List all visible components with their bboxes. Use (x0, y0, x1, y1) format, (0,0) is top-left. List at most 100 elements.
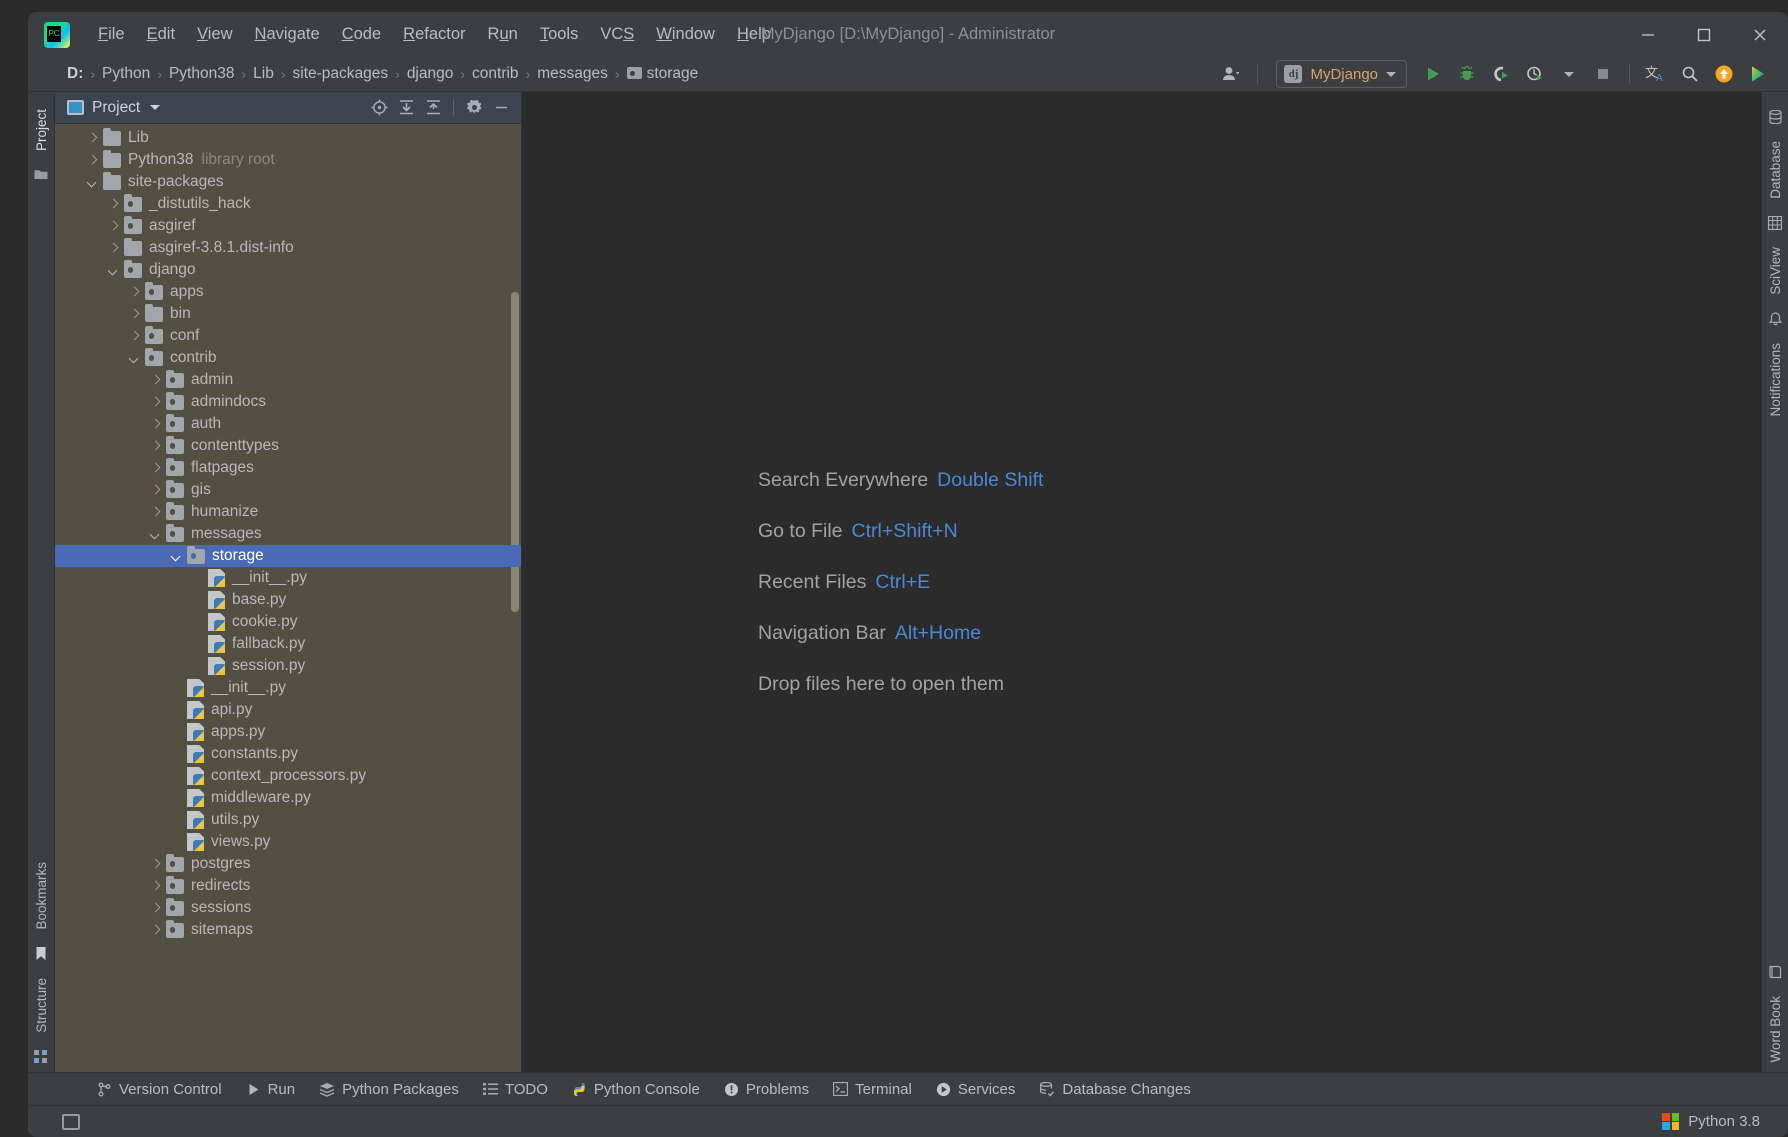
tree-node-sitemaps[interactable]: sitemaps (55, 919, 521, 941)
menu-vcs[interactable]: VCS (590, 21, 644, 48)
project-tree[interactable]: Lib Python38 library root site-packages _dis… (55, 124, 521, 1072)
settings-gear-icon[interactable] (462, 96, 486, 120)
layout-icon[interactable] (62, 1113, 80, 1130)
update-icon[interactable] (1708, 60, 1740, 88)
tree-node-views-py[interactable]: views.py (55, 831, 521, 853)
tree-node-api-py[interactable]: api.py (55, 699, 521, 721)
tree-node-messages[interactable]: messages (55, 523, 521, 545)
run-with-coverage-icon[interactable] (1485, 60, 1517, 88)
tool-window-button-run[interactable]: Run (237, 1078, 305, 1101)
stripe-tab-sciview[interactable]: SciView (1764, 238, 1787, 304)
chevron-right-icon[interactable] (149, 858, 162, 871)
menu-navigate[interactable]: Navigate (245, 21, 330, 48)
tree-node-fallback-py[interactable]: fallback.py (55, 633, 521, 655)
user-avatar-icon[interactable] (1215, 60, 1247, 88)
tree-node-django[interactable]: django (55, 259, 521, 281)
bookmark-icon[interactable] (35, 946, 47, 961)
tool-window-button-services[interactable]: Services (927, 1078, 1025, 1101)
breadcrumb-item-drive[interactable]: D: (62, 63, 88, 85)
menu-run[interactable]: Run (478, 21, 528, 48)
chevron-right-icon[interactable] (107, 198, 120, 211)
breadcrumb-item-django[interactable]: django (402, 63, 459, 85)
collapse-all-icon[interactable] (421, 96, 445, 120)
tree-node-auth[interactable]: auth (55, 413, 521, 435)
chevron-down-icon[interactable] (107, 264, 120, 277)
chevron-down-icon[interactable] (170, 550, 183, 563)
chevron-down-icon[interactable] (150, 105, 161, 110)
tree-node-asgiref-3-8-1-dist-info[interactable]: asgiref-3.8.1.dist-info (55, 237, 521, 259)
chevron-right-icon[interactable] (128, 308, 141, 321)
run-configuration-selector[interactable]: dj MyDjango (1276, 60, 1407, 88)
chevron-right-icon[interactable] (149, 418, 162, 431)
run-icon[interactable] (1417, 60, 1449, 88)
tree-node-contenttypes[interactable]: contenttypes (55, 435, 521, 457)
chevron-right-icon[interactable] (149, 462, 162, 475)
tree-node-context-processors-py[interactable]: context_processors.py (55, 765, 521, 787)
tree-node-apps[interactable]: apps (55, 281, 521, 303)
breadcrumb-item-storage[interactable]: storage (622, 63, 704, 85)
close-button[interactable] (1732, 13, 1788, 57)
chevron-right-icon[interactable] (149, 484, 162, 497)
breadcrumb-item-contrib[interactable]: contrib (467, 63, 524, 85)
interpreter-selector[interactable]: Python 3.8 (1654, 1110, 1768, 1133)
tree-node--init-py[interactable]: __init__.py (55, 677, 521, 699)
tool-window-button-terminal[interactable]: Terminal (824, 1078, 921, 1101)
database-icon[interactable] (1768, 110, 1782, 124)
tree-node-contrib[interactable]: contrib (55, 347, 521, 369)
tool-window-button-python-console[interactable]: Python Console (563, 1078, 709, 1101)
tree-node-asgiref[interactable]: asgiref (55, 215, 521, 237)
editor-area[interactable]: Search Everywhere Double Shift Go to File C… (522, 92, 1761, 1072)
tree-node-conf[interactable]: conf (55, 325, 521, 347)
breadcrumb-item-python[interactable]: Python (97, 63, 155, 85)
tool-window-button-todo[interactable]: TODO (474, 1078, 557, 1101)
tool-window-button-database-changes[interactable]: Database Changes (1030, 1078, 1199, 1101)
stop-icon[interactable] (1587, 60, 1619, 88)
chevron-right-icon[interactable] (149, 374, 162, 387)
menu-help[interactable]: Help (727, 21, 781, 48)
chevron-right-icon[interactable] (149, 440, 162, 453)
tree-node-redirects[interactable]: redirects (55, 875, 521, 897)
stripe-tab-project[interactable]: Project (30, 100, 53, 160)
menu-tools[interactable]: Tools (530, 21, 589, 48)
chevron-right-icon[interactable] (86, 154, 99, 167)
hide-panel-icon[interactable] (489, 96, 513, 120)
chevron-right-icon[interactable] (107, 220, 120, 233)
stripe-tab-notifications[interactable]: Notifications (1764, 334, 1787, 426)
menu-refactor[interactable]: Refactor (393, 21, 475, 48)
tree-node--distutils-hack[interactable]: _distutils_hack (55, 193, 521, 215)
chevron-down-icon[interactable] (86, 176, 99, 189)
chevron-right-icon[interactable] (149, 506, 162, 519)
minimize-button[interactable] (1620, 13, 1676, 57)
menu-window[interactable]: Window (646, 21, 725, 48)
chevron-right-icon[interactable] (149, 902, 162, 915)
tree-node--init-py[interactable]: __init__.py (55, 567, 521, 589)
menu-file[interactable]: File (88, 21, 135, 48)
chevron-right-icon[interactable] (149, 880, 162, 893)
chevron-right-icon[interactable] (149, 396, 162, 409)
tree-node-base-py[interactable]: base.py (55, 589, 521, 611)
tree-node-sessions[interactable]: sessions (55, 897, 521, 919)
chevron-right-icon[interactable] (107, 242, 120, 255)
tree-node-postgres[interactable]: postgres (55, 853, 521, 875)
tree-node-gis[interactable]: gis (55, 479, 521, 501)
menu-view[interactable]: View (187, 21, 242, 48)
tree-node-utils-py[interactable]: utils.py (55, 809, 521, 831)
stripe-tab-bookmarks[interactable]: Bookmarks (30, 853, 53, 939)
locate-icon[interactable] (367, 96, 391, 120)
menu-edit[interactable]: Edit (137, 21, 185, 48)
tree-node-session-py[interactable]: session.py (55, 655, 521, 677)
expand-all-icon[interactable] (394, 96, 418, 120)
maximize-button[interactable] (1676, 13, 1732, 57)
breadcrumb-item-lib[interactable]: Lib (248, 63, 279, 85)
tree-node-bin[interactable]: bin (55, 303, 521, 325)
tree-node-admin[interactable]: admin (55, 369, 521, 391)
tree-node-lib[interactable]: Lib (55, 127, 521, 149)
debug-icon[interactable] (1451, 60, 1483, 88)
breadcrumb-item-python38[interactable]: Python38 (164, 63, 240, 85)
chevron-down-icon[interactable] (1553, 60, 1585, 88)
sciview-icon[interactable] (1768, 215, 1782, 230)
tree-node-middleware-py[interactable]: middleware.py (55, 787, 521, 809)
tree-node-storage[interactable]: storage (55, 545, 521, 567)
folder-stripe-icon[interactable] (34, 168, 48, 180)
menu-code[interactable]: Code (332, 21, 391, 48)
